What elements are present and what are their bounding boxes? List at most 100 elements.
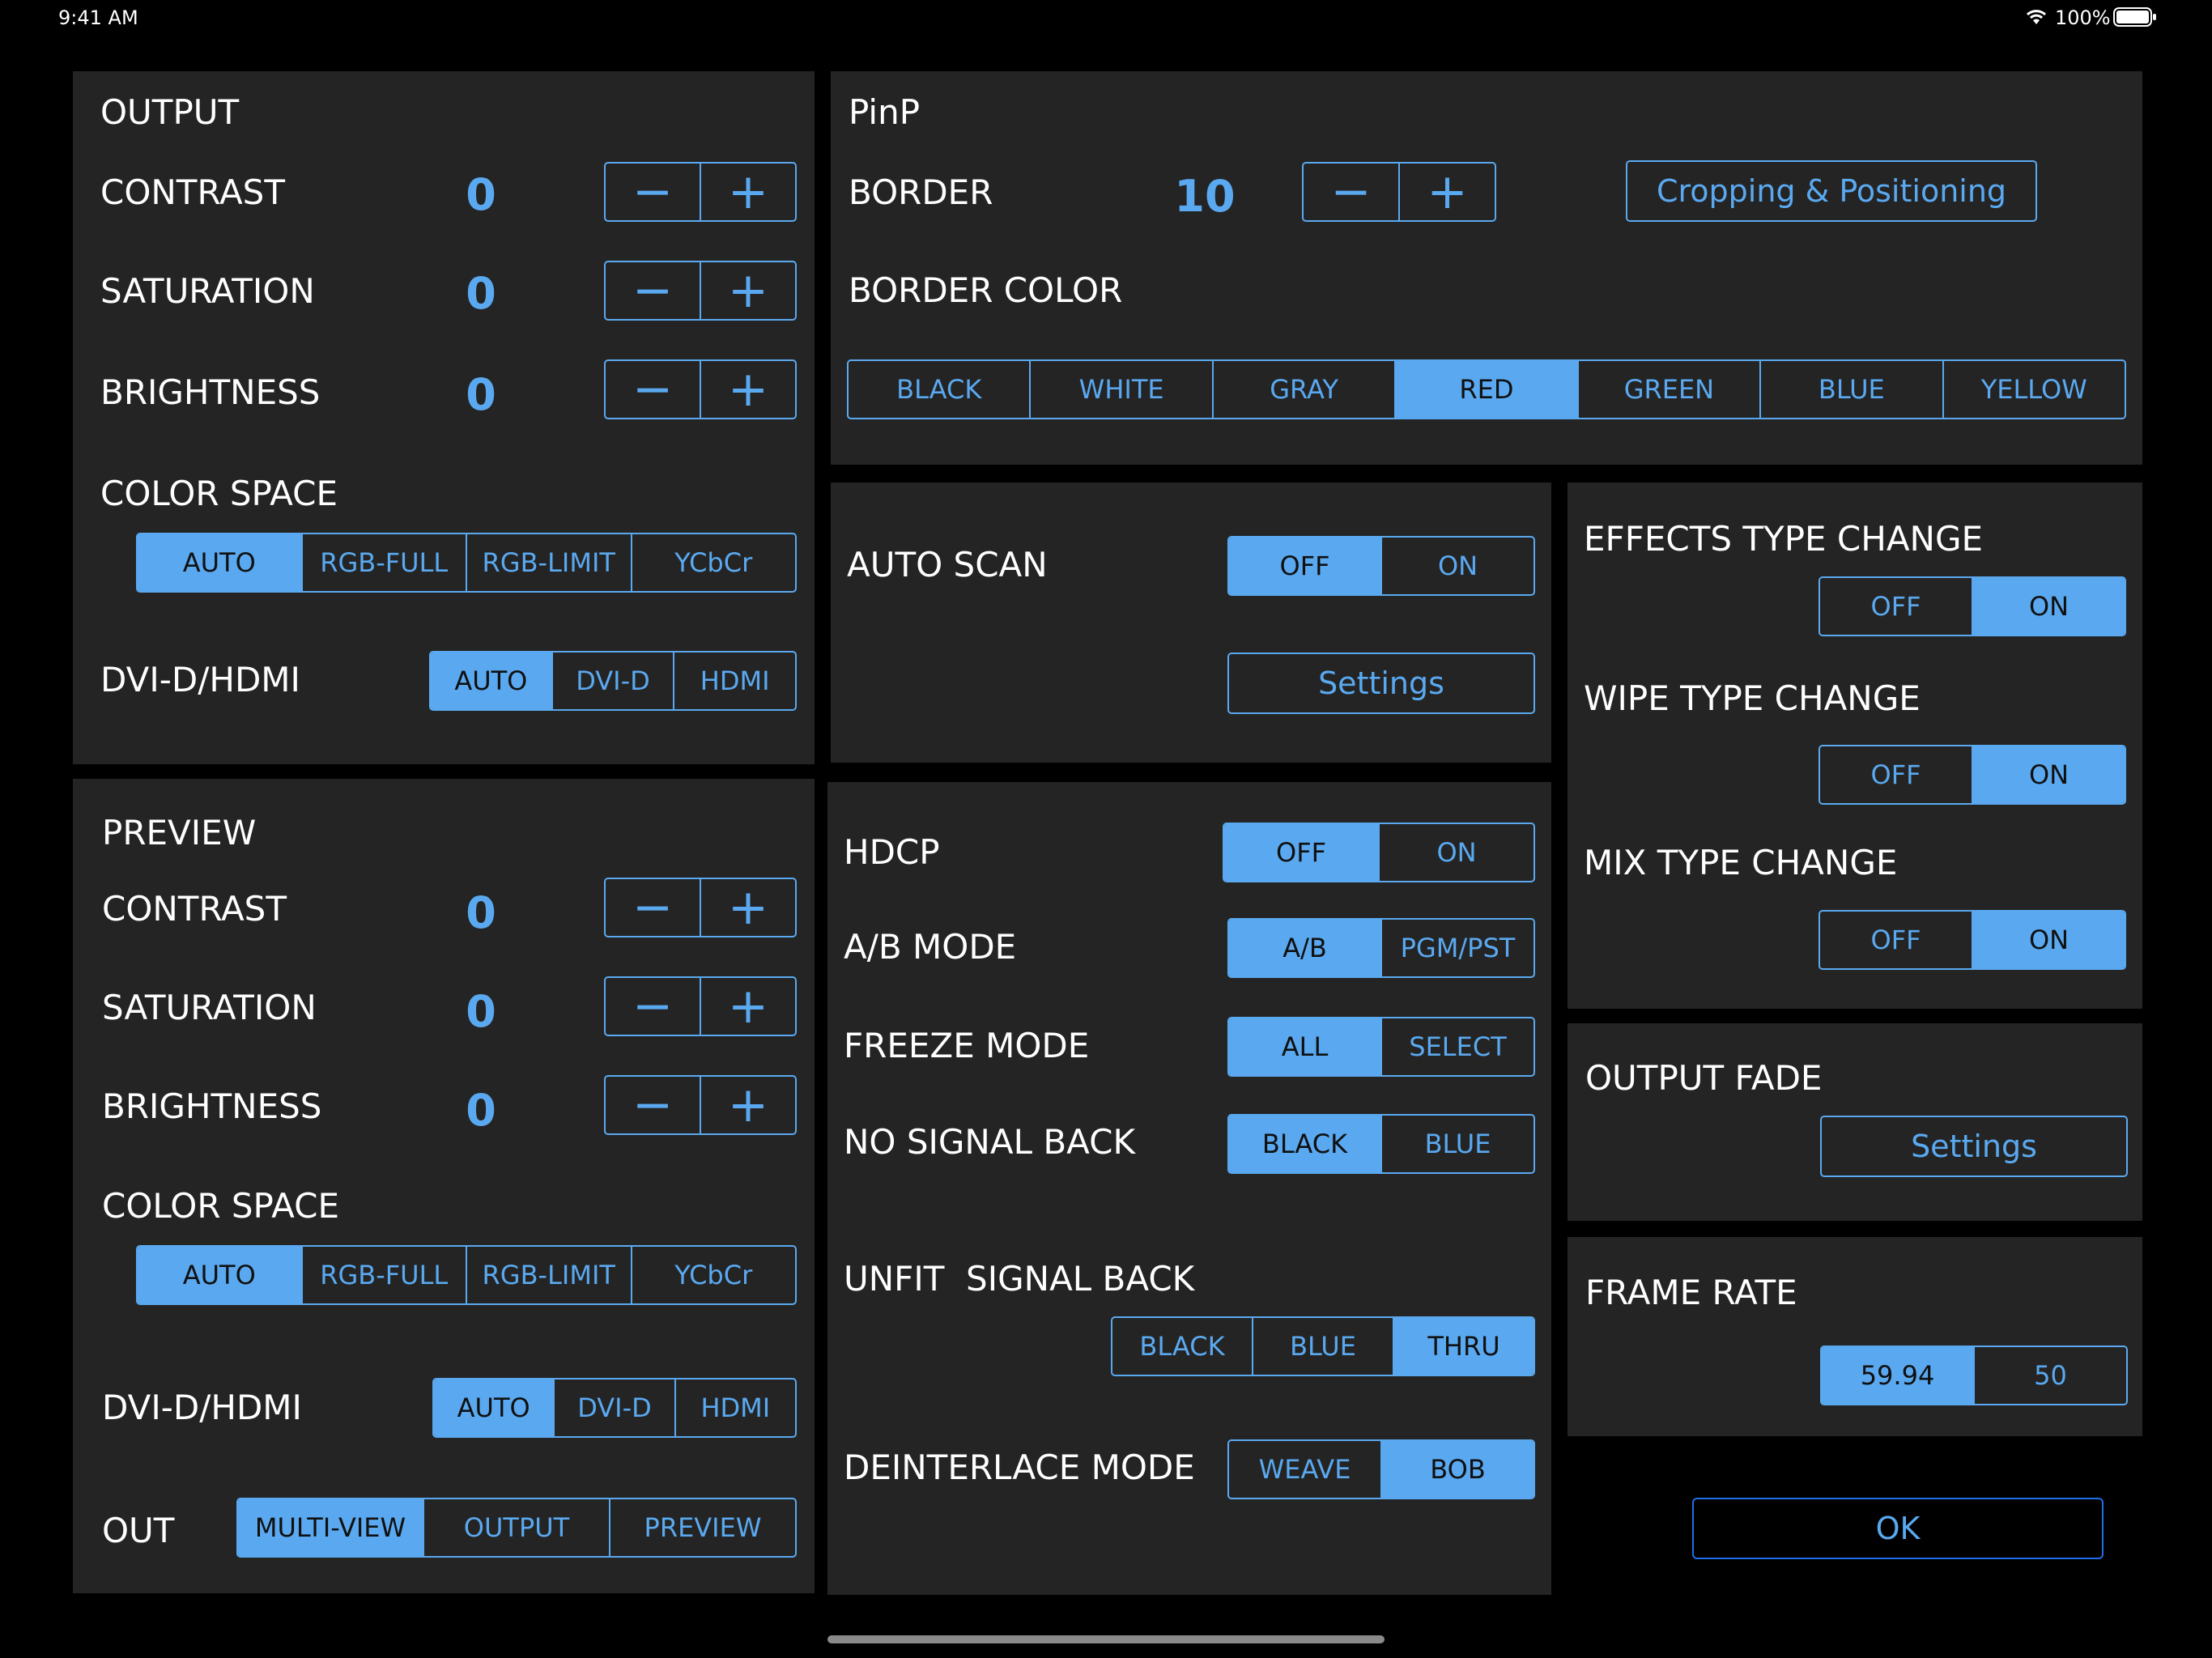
output-color-space-option[interactable]: AUTO [138, 534, 301, 591]
freeze-mode-option[interactable]: ALL [1229, 1018, 1380, 1075]
mix-type-change-option[interactable]: OFF [1820, 912, 1972, 968]
plus-icon[interactable]: + [700, 1077, 795, 1133]
border-color-segmented: BLACK WHITE GRAY RED GREEN BLUE YELLOW [847, 359, 2126, 419]
preview-contrast-label: CONTRAST [102, 889, 287, 929]
preview-color-space-option[interactable]: YCbCr [630, 1247, 796, 1303]
plus-icon[interactable]: + [700, 978, 795, 1035]
border-color-option[interactable]: YELLOW [1942, 361, 2125, 418]
preview-dvi-hdmi-option[interactable]: AUTO [434, 1380, 554, 1436]
preview-out-option[interactable]: OUTPUT [423, 1499, 609, 1556]
output-dvi-hdmi-option[interactable]: DVI-D [551, 653, 674, 709]
preview-out-option[interactable]: MULTI-VIEW [238, 1499, 423, 1556]
output-contrast-value: 0 [466, 169, 496, 220]
preview-color-space-option[interactable]: RGB-FULL [300, 1247, 466, 1303]
wipe-type-change-option[interactable]: OFF [1820, 746, 1972, 803]
deinterlace-mode-label: DEINTERLACE MODE [844, 1448, 1195, 1487]
minus-icon[interactable]: − [606, 164, 700, 220]
border-color-option[interactable]: RED [1394, 361, 1577, 418]
output-brightness-stepper: − + [604, 359, 797, 419]
mix-type-change-label: MIX TYPE CHANGE [1584, 843, 1898, 882]
unfit-signal-back-option[interactable]: BLACK [1112, 1318, 1252, 1375]
hdcp-option[interactable]: ON [1378, 824, 1534, 881]
auto-scan-option[interactable]: ON [1380, 538, 1534, 594]
output-color-space-option[interactable]: RGB-LIMIT [466, 534, 631, 591]
minus-icon[interactable]: − [606, 978, 700, 1035]
border-color-option[interactable]: GRAY [1211, 361, 1394, 418]
hdcp-label: HDCP [844, 832, 940, 872]
plus-icon[interactable]: + [1398, 164, 1495, 220]
plus-icon[interactable]: + [700, 879, 795, 936]
output-brightness-value: 0 [466, 369, 496, 420]
minus-icon[interactable]: − [606, 1077, 700, 1133]
border-color-option[interactable]: BLUE [1759, 361, 1942, 418]
preview-color-space-option[interactable]: RGB-LIMIT [466, 1247, 631, 1303]
border-color-label: BORDER COLOR [849, 270, 1123, 310]
no-signal-back-label: NO SIGNAL BACK [844, 1122, 1135, 1162]
output-brightness-label: BRIGHTNESS [100, 372, 321, 412]
wipe-type-change-label: WIPE TYPE CHANGE [1584, 678, 1921, 718]
preview-color-space-segmented: AUTO RGB-FULL RGB-LIMIT YCbCr [136, 1245, 797, 1305]
preview-contrast-value: 0 [466, 887, 496, 938]
auto-scan-label: AUTO SCAN [847, 545, 1048, 585]
frame-rate-option[interactable]: 59.94 [1822, 1347, 1973, 1404]
preview-dvi-hdmi-segmented: AUTO DVI-D HDMI [432, 1378, 797, 1438]
no-signal-back-option[interactable]: BLACK [1229, 1116, 1380, 1172]
plus-icon[interactable]: + [700, 164, 795, 220]
preview-color-space-label: COLOR SPACE [102, 1186, 340, 1226]
preview-out-label: OUT [102, 1511, 175, 1550]
border-color-option[interactable]: GREEN [1576, 361, 1759, 418]
preview-dvi-hdmi-option[interactable]: DVI-D [553, 1380, 674, 1436]
unfit-signal-back-option[interactable]: BLUE [1252, 1318, 1393, 1375]
freeze-mode-label: FREEZE MODE [844, 1026, 1090, 1065]
output-dvi-hdmi-option[interactable]: AUTO [431, 653, 551, 709]
ab-mode-option[interactable]: PGM/PST [1380, 920, 1534, 976]
output-color-space-option[interactable]: YCbCr [630, 534, 796, 591]
cropping-positioning-button[interactable]: Cropping & Positioning [1626, 160, 2037, 222]
minus-icon[interactable]: − [1304, 164, 1398, 220]
battery-icon [2113, 6, 2157, 28]
preview-color-space-option[interactable]: AUTO [138, 1247, 301, 1303]
hdcp-option[interactable]: OFF [1224, 824, 1378, 881]
preview-saturation-value: 0 [466, 986, 496, 1037]
plus-icon[interactable]: + [700, 361, 795, 418]
ok-button[interactable]: OK [1692, 1498, 2104, 1559]
wifi-icon [2024, 6, 2048, 28]
ab-mode-label: A/B MODE [844, 927, 1017, 967]
preview-out-option[interactable]: PREVIEW [609, 1499, 795, 1556]
battery-percent: 100% [2055, 6, 2111, 29]
wipe-type-change-segmented: OFF ON [1819, 745, 2126, 805]
unfit-signal-back-option[interactable]: THRU [1393, 1318, 1534, 1375]
output-fade-label: OUTPUT FADE [1585, 1058, 1823, 1098]
border-color-option[interactable]: WHITE [1029, 361, 1211, 418]
deinterlace-mode-option[interactable]: WEAVE [1229, 1441, 1380, 1498]
freeze-mode-option[interactable]: SELECT [1380, 1018, 1534, 1075]
auto-scan-settings-button[interactable]: Settings [1227, 653, 1535, 714]
effects-type-change-label: EFFECTS TYPE CHANGE [1584, 519, 1984, 559]
ab-mode-option[interactable]: A/B [1229, 920, 1380, 976]
effects-type-change-option[interactable]: OFF [1820, 578, 1972, 635]
output-color-space-option[interactable]: RGB-FULL [300, 534, 466, 591]
mix-type-change-option[interactable]: ON [1972, 912, 2125, 968]
plus-icon[interactable]: + [700, 262, 795, 319]
border-color-option[interactable]: BLACK [849, 361, 1029, 418]
frame-rate-option[interactable]: 50 [1973, 1347, 2126, 1404]
frame-rate-panel [1568, 1237, 2142, 1436]
preview-saturation-stepper: − + [604, 976, 797, 1036]
frame-rate-label: FRAME RATE [1585, 1273, 1797, 1312]
effects-type-change-option[interactable]: ON [1972, 578, 2125, 635]
auto-scan-segmented: OFF ON [1227, 536, 1535, 596]
wipe-type-change-option[interactable]: ON [1972, 746, 2125, 803]
no-signal-back-option[interactable]: BLUE [1380, 1116, 1534, 1172]
output-color-space-segmented: AUTO RGB-FULL RGB-LIMIT YCbCr [136, 533, 797, 593]
minus-icon[interactable]: − [606, 361, 700, 418]
minus-icon[interactable]: − [606, 262, 700, 319]
output-dvi-hdmi-option[interactable]: HDMI [673, 653, 795, 709]
deinterlace-mode-option[interactable]: BOB [1380, 1441, 1534, 1498]
auto-scan-option[interactable]: OFF [1229, 538, 1380, 594]
deinterlace-mode-segmented: WEAVE BOB [1227, 1439, 1535, 1499]
home-indicator[interactable] [827, 1635, 1385, 1643]
output-fade-settings-button[interactable]: Settings [1820, 1116, 2128, 1177]
preview-dvi-hdmi-option[interactable]: HDMI [674, 1380, 795, 1436]
minus-icon[interactable]: − [606, 879, 700, 936]
preview-dvi-hdmi-label: DVI-D/HDMI [102, 1388, 302, 1427]
